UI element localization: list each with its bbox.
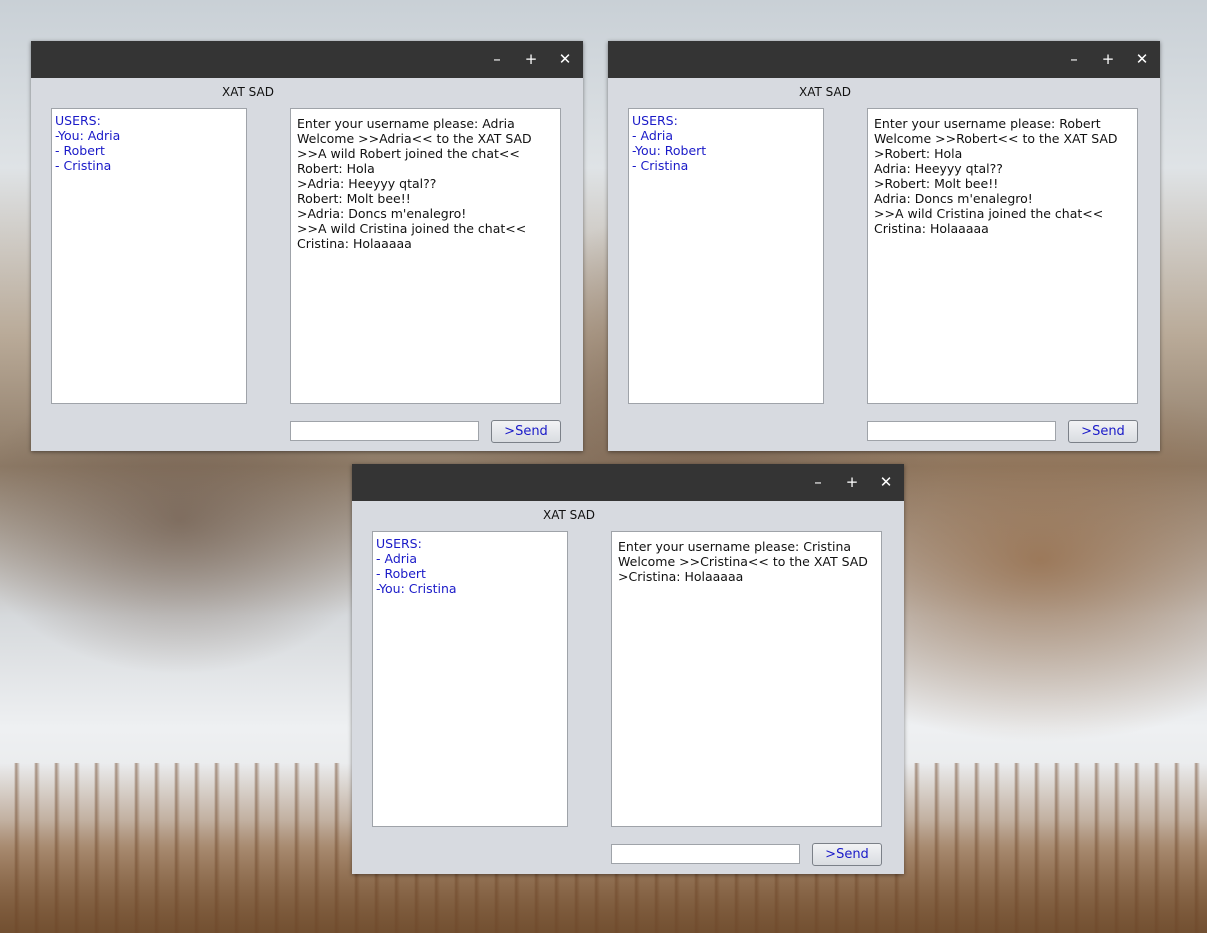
chat-message: Enter your username please: Cristina bbox=[618, 539, 852, 554]
chat-message: >>A wild Cristina joined the chat<< bbox=[297, 221, 527, 236]
users-panel[interactable]: USERS: -You: Adria - Robert - Cristina bbox=[51, 108, 247, 404]
message-input[interactable] bbox=[611, 844, 800, 864]
chat-message: >Adria: Doncs m'enalegro! bbox=[297, 206, 467, 221]
chat-message: Welcome >>Adria<< to the XAT SAD bbox=[297, 131, 532, 146]
app-title: XAT SAD bbox=[799, 85, 851, 99]
maximize-icon[interactable]: + bbox=[843, 473, 861, 491]
users-panel[interactable]: USERS: - Adria - Robert -You: Cristina bbox=[372, 531, 568, 827]
window-titlebar[interactable]: – + ✕ bbox=[608, 41, 1160, 78]
chat-window-cristina: – + ✕ XAT SAD USERS: - Adria - Robert -You:… bbox=[352, 464, 904, 874]
chat-message: >>A wild Cristina joined the chat<< bbox=[874, 206, 1104, 221]
chat-message: >Adria: Heeyyy qtal?? bbox=[297, 176, 437, 191]
chat-window-adria: – + ✕ XAT SAD USERS: -You: Adria - Robert -… bbox=[31, 41, 583, 451]
chat-message: >Cristina: Holaaaaa bbox=[618, 569, 744, 584]
chat-message: Enter your username please: Adria bbox=[297, 116, 515, 131]
chat-message: >Robert: Hola bbox=[874, 146, 963, 161]
app-title: XAT SAD bbox=[543, 508, 595, 522]
chat-message: Robert: Molt bee!! bbox=[297, 191, 411, 206]
chat-history-panel[interactable]: Enter your username please: Cristina Welc… bbox=[611, 531, 882, 827]
chat-message: >Robert: Molt bee!! bbox=[874, 176, 999, 191]
chat-history: Enter your username please: Robert Welcom… bbox=[868, 109, 1137, 243]
maximize-icon[interactable]: + bbox=[1099, 50, 1117, 68]
users-heading: USERS: bbox=[55, 113, 101, 128]
minimize-icon[interactable]: – bbox=[488, 50, 506, 68]
close-icon[interactable]: ✕ bbox=[877, 473, 895, 491]
app-title: XAT SAD bbox=[222, 85, 274, 99]
chat-message: Enter your username please: Robert bbox=[874, 116, 1101, 131]
send-button[interactable]: >Send bbox=[1068, 420, 1138, 443]
user-list-item: -You: Robert bbox=[632, 143, 707, 158]
send-button[interactable]: >Send bbox=[491, 420, 561, 443]
chat-message: Robert: Hola bbox=[297, 161, 375, 176]
users-heading: USERS: bbox=[376, 536, 422, 551]
window-titlebar[interactable]: – + ✕ bbox=[352, 464, 904, 501]
users-heading: USERS: bbox=[632, 113, 678, 128]
message-input[interactable] bbox=[867, 421, 1056, 441]
users-list: USERS: - Adria -You: Robert - Cristina bbox=[629, 109, 823, 177]
chat-history-panel[interactable]: Enter your username please: Adria Welcome… bbox=[290, 108, 561, 404]
chat-message: Cristina: Holaaaaa bbox=[874, 221, 989, 236]
user-list-item: -You: Adria bbox=[55, 128, 121, 143]
user-list-item: - Cristina bbox=[55, 158, 112, 173]
chat-window-robert: – + ✕ XAT SAD USERS: - Adria -You: Robert -… bbox=[608, 41, 1160, 451]
user-list-item: -You: Cristina bbox=[376, 581, 457, 596]
user-list-item: - Cristina bbox=[632, 158, 689, 173]
message-input[interactable] bbox=[290, 421, 479, 441]
close-icon[interactable]: ✕ bbox=[556, 50, 574, 68]
chat-message: Cristina: Holaaaaa bbox=[297, 236, 412, 251]
user-list-item: - Robert bbox=[55, 143, 105, 158]
chat-history: Enter your username please: Adria Welcome… bbox=[291, 109, 560, 258]
send-button[interactable]: >Send bbox=[812, 843, 882, 866]
chat-history: Enter your username please: Cristina Welc… bbox=[612, 532, 881, 591]
users-panel[interactable]: USERS: - Adria -You: Robert - Cristina bbox=[628, 108, 824, 404]
maximize-icon[interactable]: + bbox=[522, 50, 540, 68]
user-list-item: - Adria bbox=[632, 128, 674, 143]
window-titlebar[interactable]: – + ✕ bbox=[31, 41, 583, 78]
minimize-icon[interactable]: – bbox=[809, 473, 827, 491]
chat-history-panel[interactable]: Enter your username please: Robert Welcom… bbox=[867, 108, 1138, 404]
chat-message: >>A wild Robert joined the chat<< bbox=[297, 146, 520, 161]
user-list-item: - Adria bbox=[376, 551, 418, 566]
chat-message: Adria: Heeyyy qtal?? bbox=[874, 161, 1003, 176]
users-list: USERS: -You: Adria - Robert - Cristina bbox=[52, 109, 246, 177]
user-list-item: - Robert bbox=[376, 566, 426, 581]
chat-message: Adria: Doncs m'enalegro! bbox=[874, 191, 1033, 206]
chat-message: Welcome >>Cristina<< to the XAT SAD bbox=[618, 554, 868, 569]
close-icon[interactable]: ✕ bbox=[1133, 50, 1151, 68]
chat-message: Welcome >>Robert<< to the XAT SAD bbox=[874, 131, 1118, 146]
users-list: USERS: - Adria - Robert -You: Cristina bbox=[373, 532, 567, 600]
minimize-icon[interactable]: – bbox=[1065, 50, 1083, 68]
